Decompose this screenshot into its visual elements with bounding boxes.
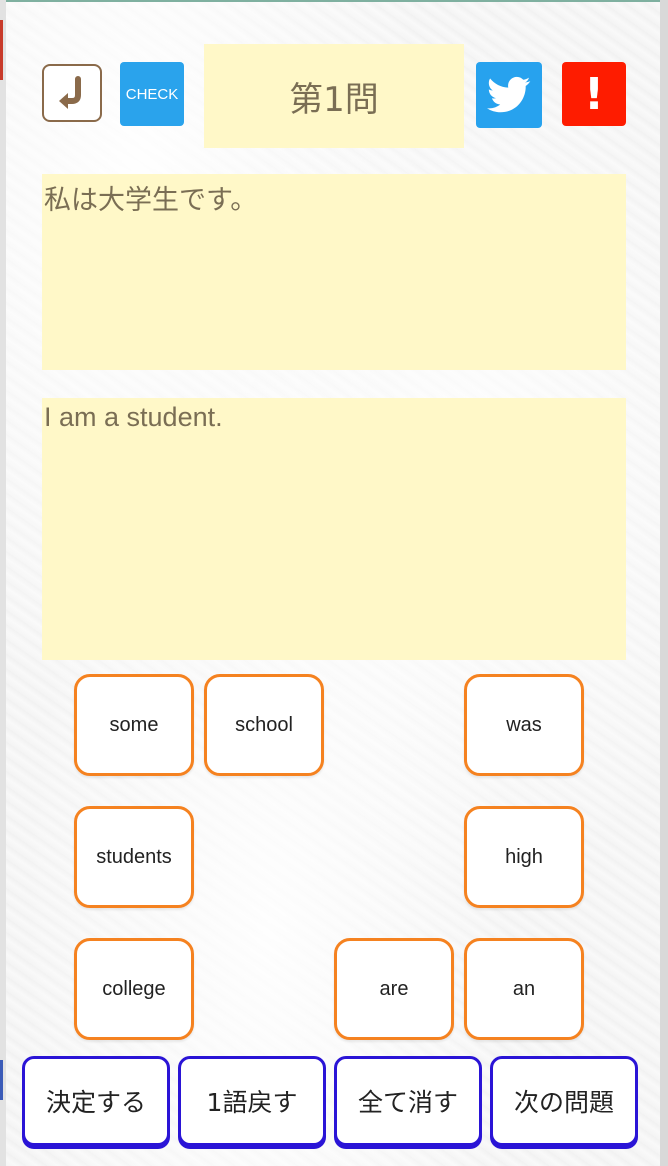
clear-all-button[interactable]: 全て消す: [334, 1056, 482, 1146]
question-number: 第1問: [204, 44, 464, 148]
word-tile-school[interactable]: school: [204, 674, 324, 776]
word-tile-was[interactable]: was: [464, 674, 584, 776]
word-tile-some[interactable]: some: [74, 674, 194, 776]
decide-button[interactable]: 決定する: [22, 1056, 170, 1146]
undo-one-word-button[interactable]: 1語戻す: [178, 1056, 326, 1146]
back-button[interactable]: [42, 64, 102, 122]
left-edge-mark: [0, 20, 3, 80]
check-button[interactable]: CHECK: [120, 62, 184, 126]
left-edge-mark-2: [0, 1060, 3, 1100]
word-tile-are[interactable]: are: [334, 938, 454, 1040]
answer-sentence-panel: I am a student.: [42, 398, 626, 660]
right-edge: [660, 0, 668, 1166]
report-button[interactable]: !: [562, 62, 626, 126]
word-tile-high[interactable]: high: [464, 806, 584, 908]
twitter-bird-icon: [487, 76, 531, 113]
word-tile-an[interactable]: an: [464, 938, 584, 1040]
app-screen: CHECK 第1問 ! 私は大学生です。 I am a student. som…: [6, 0, 660, 1166]
word-tile-college[interactable]: college: [74, 938, 194, 1040]
next-question-button[interactable]: 次の問題: [490, 1056, 638, 1146]
japanese-sentence-panel: 私は大学生です。: [42, 174, 626, 370]
twitter-share-button[interactable]: [476, 62, 542, 128]
return-arrow-icon: [59, 76, 81, 109]
word-tile-students[interactable]: students: [74, 806, 194, 908]
